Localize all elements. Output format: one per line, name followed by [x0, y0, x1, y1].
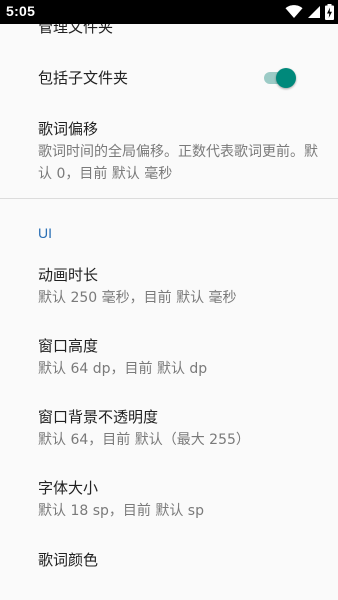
battery-charging-icon [325, 4, 334, 20]
manage-folders-title: 管理文件夹 [38, 24, 114, 36]
animation-duration-title: 动画时长 [38, 266, 99, 284]
lyrics-color-title: 歌词颜色 [38, 551, 99, 569]
ui-category-header: UI [38, 225, 52, 241]
animation-duration-summary: 默认 250 毫秒，目前 默认 毫秒 [38, 290, 237, 306]
include-subfolders-switch[interactable] [262, 66, 298, 90]
manage-folders-item[interactable]: 管理文件夹 [38, 24, 322, 37]
lyrics-offset-item[interactable]: 歌词偏移 歌词时间的全局偏移。正数代表歌词更前。默认 0，目前 默认 毫秒 [38, 119, 322, 185]
status-bar: 5:05 [0, 0, 338, 24]
window-bg-opacity-title: 窗口背景不透明度 [38, 408, 159, 426]
window-bg-opacity-item[interactable]: 窗口背景不透明度 默认 64，目前 默认（最大 255） [38, 407, 322, 451]
signal-icon [307, 5, 321, 19]
settings-list[interactable]: 管理文件夹 包括子文件夹 歌词偏移 歌词时间的全局偏移。正数代表歌词更前。默认 … [0, 24, 338, 600]
window-height-title: 窗口高度 [38, 337, 99, 355]
wifi-icon [285, 5, 303, 19]
font-size-item[interactable]: 字体大小 默认 18 sp，目前 默认 sp [38, 478, 322, 522]
section-divider [0, 198, 338, 199]
status-time: 5:05 [6, 3, 36, 19]
switch-thumb [276, 68, 296, 88]
font-size-summary: 默认 18 sp，目前 默认 sp [38, 503, 204, 519]
lyrics-offset-summary: 歌词时间的全局偏移。正数代表歌词更前。默认 0，目前 默认 毫秒 [38, 144, 318, 182]
status-icons [285, 3, 334, 21]
font-size-title: 字体大小 [38, 479, 99, 497]
lyrics-offset-title: 歌词偏移 [38, 120, 99, 138]
window-bg-opacity-summary: 默认 64，目前 默认（最大 255） [38, 432, 250, 448]
window-height-item[interactable]: 窗口高度 默认 64 dp，目前 默认 dp [38, 336, 322, 380]
lyrics-color-item[interactable]: 歌词颜色 [38, 550, 322, 570]
animation-duration-item[interactable]: 动画时长 默认 250 毫秒，目前 默认 毫秒 [38, 265, 322, 309]
window-height-summary: 默认 64 dp，目前 默认 dp [38, 361, 208, 377]
